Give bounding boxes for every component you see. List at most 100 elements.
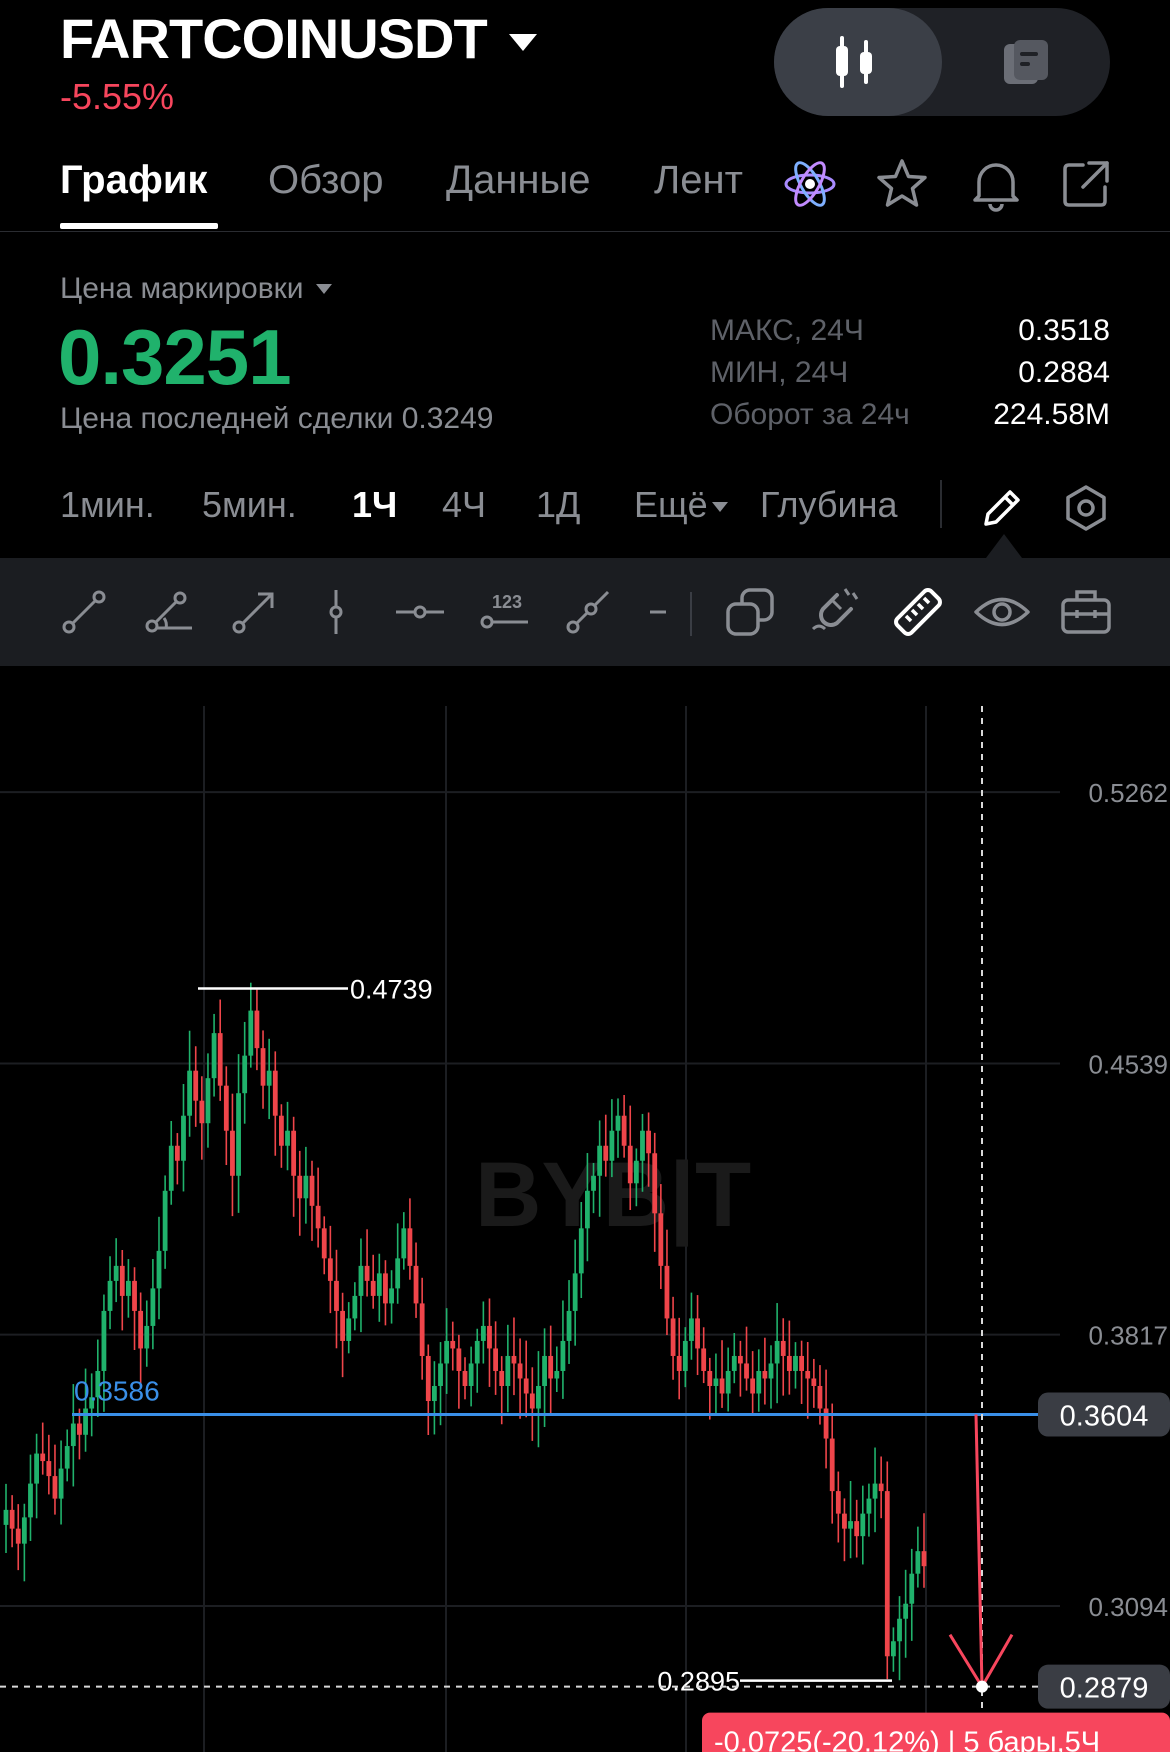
candle-body [731,1355,737,1371]
candle-body [21,1517,27,1544]
candle-body [585,1190,590,1229]
candle-body [321,1228,327,1259]
candlestick-icon [836,36,872,88]
toolbox-icon[interactable] [1056,582,1116,642]
angle-line-icon[interactable] [138,582,198,642]
candle-body [113,1265,119,1281]
tab-chart[interactable]: График [60,158,207,203]
info-view-button[interactable] [942,8,1110,116]
interval-more[interactable]: Ещё [634,484,728,526]
price-label-icon[interactable]: 123 [474,582,534,642]
eye-icon[interactable] [972,582,1032,642]
candle-body [70,1423,76,1447]
document-icon [1004,40,1048,84]
candle-body [909,1573,915,1604]
candle-body [272,1070,278,1116]
candle-body [554,1370,560,1379]
tab-data[interactable]: Данные [446,158,591,203]
candle-body [3,1509,9,1525]
chart-view-button[interactable] [774,8,942,116]
y-axis-label: 0.4539 [1088,1050,1168,1080]
y-axis-label: 0.3094 [1088,1592,1168,1622]
candle-body [401,1228,407,1259]
chart-canvas[interactable]: BYB|T 0.52620.45390.38170.3094 0.47390.3… [0,666,1170,1752]
y-axis-label: 0.5262 [1088,778,1168,808]
candle-body [499,1370,505,1386]
candle-body [432,1385,437,1402]
horizontal-line-price-tag-text: 0.3604 [1060,1401,1149,1433]
interval-4h[interactable]: 4Ч [442,484,486,526]
tab-overview[interactable]: Обзор [268,158,384,203]
candle-body [370,1280,376,1296]
interval-1m[interactable]: 1мин. [60,484,155,526]
magnet-icon[interactable] [804,582,864,642]
atom-icon[interactable] [780,154,840,214]
crosshair-price-tag-text: 0.2879 [1060,1673,1149,1705]
candle-body [689,1318,694,1341]
candle-body [126,1280,131,1296]
tab-feed[interactable]: Лент [654,158,743,203]
vertical-line-icon[interactable] [306,582,366,642]
candle-body [835,1491,841,1514]
trend-line-icon[interactable] [54,582,114,642]
depth-tab[interactable]: Глубина [760,484,898,526]
candle-body [658,1213,664,1266]
stat-row-high: МАКС, 24Ч 0.3518 [710,314,1110,356]
candle-body [897,1618,902,1642]
share-icon[interactable] [1056,154,1116,214]
candle-body [279,1115,284,1146]
layers-icon[interactable] [720,582,780,642]
candle-body [474,1340,480,1364]
candle-body [762,1370,768,1379]
candle-body [670,1318,676,1356]
candle-body [505,1355,511,1386]
candle-body [260,1048,266,1086]
chevron-down-icon [315,284,332,294]
candle-body [542,1355,547,1386]
horizontal-line-icon[interactable] [390,582,450,642]
ruler-icon[interactable] [888,582,948,642]
candle-body [407,1228,413,1266]
settings-icon[interactable] [1058,480,1114,536]
candle-body [768,1363,774,1379]
candle-body [199,1100,205,1124]
candle-body [162,1190,168,1251]
candle-body [854,1521,860,1537]
stat-value: 0.2884 [1018,356,1110,389]
candle-body [28,1483,33,1518]
candle-body [334,1280,339,1311]
more-line-icon[interactable] [628,582,688,642]
price-chart[interactable]: BYB|T 0.5262 0.4539 0.3817 0.3094 0.4739 0.3… [0,666,1170,1752]
bell-icon[interactable] [966,154,1026,214]
ray-line-icon[interactable] [558,582,618,642]
candle-body [395,1258,401,1289]
candle-body [309,1175,315,1206]
interval-1d[interactable]: 1Д [536,484,580,526]
interval-5m[interactable]: 5мин. [202,484,297,526]
candle-body [132,1280,137,1311]
candle-body [597,1145,603,1176]
candle-body [119,1265,125,1296]
arrow-line-icon[interactable] [224,582,284,642]
divider [690,592,692,636]
stat-value: 224.58M [993,398,1110,431]
y-axis: 0.5262 0.4539 0.3817 0.3094 [1088,778,1168,1622]
candle-body [921,1551,927,1567]
tab-bar: График Обзор Данные Лент [0,140,1170,232]
candle-body [468,1363,474,1386]
star-icon[interactable] [872,154,932,214]
active-tab-indicator [60,223,218,229]
mark-price-selector[interactable]: Цена маркировки [60,272,332,306]
candle-body [376,1273,382,1296]
symbol-selector[interactable]: FARTCOINUSDT [60,6,537,71]
pencil-icon[interactable] [974,480,1030,536]
candle-body [823,1408,829,1439]
candle-body [774,1340,780,1364]
candle-body [548,1355,554,1379]
candle-body [83,1408,88,1435]
interval-1h[interactable]: 1Ч [352,484,397,526]
candle-body [236,1093,241,1176]
interval-more-label: Ещё [634,484,708,525]
candle-body [248,1010,254,1056]
candle-body [627,1145,633,1184]
